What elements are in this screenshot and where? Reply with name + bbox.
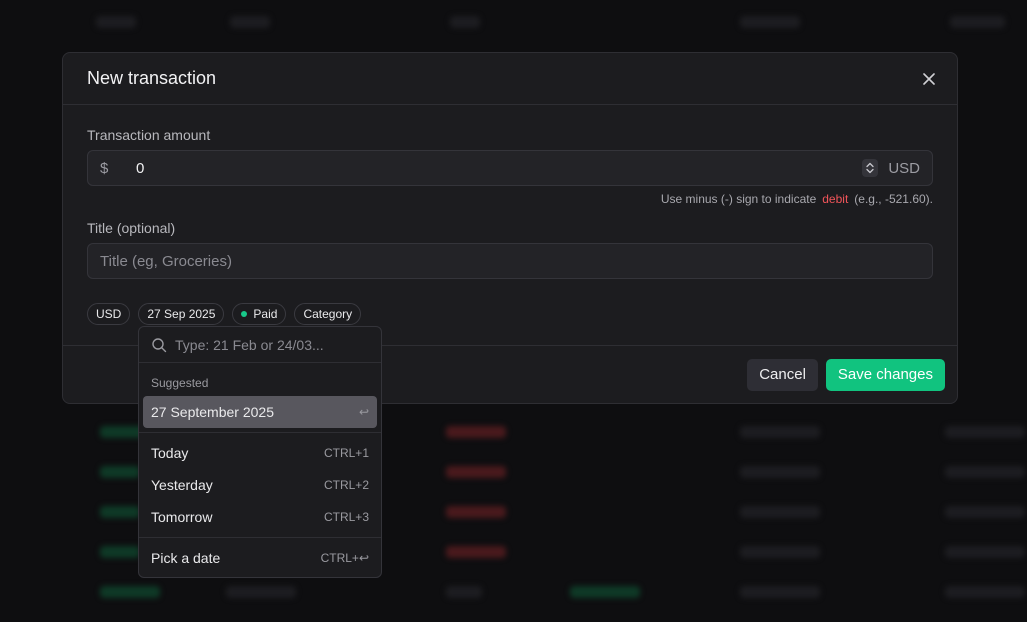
option-tomorrow[interactable]: Tomorrow CTRL+3 — [143, 501, 377, 533]
cancel-button[interactable]: Cancel — [747, 358, 818, 391]
search-icon — [152, 337, 167, 352]
status-chip[interactable]: Paid — [232, 303, 287, 325]
title-label: Title (optional) — [87, 220, 176, 236]
date-search — [139, 327, 381, 363]
status-chip-label: Paid — [253, 307, 278, 321]
hint-prefix: Use minus (-) sign to indicate — [660, 192, 817, 206]
category-chip-label: Category — [303, 307, 353, 321]
divider — [139, 537, 381, 538]
status-dot-icon — [241, 311, 248, 317]
option-label: Today — [151, 445, 189, 461]
amount-stepper[interactable] — [862, 159, 879, 177]
suggested-label: Suggested — [151, 376, 209, 390]
option-label: Pick a date — [151, 550, 221, 566]
background-row — [0, 2, 1027, 42]
currency-chip[interactable]: USD — [87, 303, 131, 325]
currency-chip-label: USD — [96, 307, 122, 321]
option-shortcut: CTRL+1 — [323, 446, 369, 460]
option-shortcut: CTRL+↩ — [320, 551, 369, 565]
amount-value[interactable]: 0 — [136, 160, 862, 177]
date-search-input[interactable] — [175, 336, 369, 353]
category-chip[interactable]: Category — [294, 303, 362, 325]
dialog-header: New transaction — [63, 53, 957, 105]
title-input[interactable] — [87, 243, 933, 279]
option-shortcut: CTRL+2 — [323, 478, 369, 492]
dialog-body: Transaction amount $ 0 USD Use minus (-)… — [63, 105, 957, 325]
amount-field[interactable]: $ 0 USD — [87, 150, 933, 186]
hint-debit: debit — [822, 192, 849, 206]
attribute-chips: USD 27 Sep 2025 Paid Category — [87, 303, 933, 325]
date-picker-dropdown: Suggested 27 September 2025 ↩ Today CTRL… — [138, 326, 382, 578]
option-shortcut: CTRL+3 — [323, 510, 369, 524]
date-chip-label: 27 Sep 2025 — [147, 307, 216, 321]
option-today[interactable]: Today CTRL+1 — [143, 437, 377, 469]
option-pick-a-date[interactable]: Pick a date CTRL+↩ — [143, 542, 377, 574]
suggested-date-option[interactable]: 27 September 2025 ↩ — [143, 396, 377, 428]
enter-key-icon: ↩ — [358, 405, 369, 419]
option-label: Tomorrow — [151, 509, 213, 525]
dialog-title: New transaction — [87, 68, 217, 88]
divider — [139, 432, 381, 433]
close-icon — [923, 73, 935, 85]
save-changes-button[interactable]: Save changes — [825, 358, 945, 391]
amount-label: Transaction amount — [87, 127, 211, 143]
hint-suffix: (e.g., -521.60). — [854, 192, 933, 206]
option-label: Yesterday — [151, 477, 213, 493]
close-button[interactable] — [919, 69, 939, 89]
currency-code: USD — [888, 159, 920, 177]
chevron-up-down-icon — [866, 162, 874, 174]
currency-symbol: $ — [100, 159, 109, 177]
background-row — [0, 572, 1027, 612]
date-chip[interactable]: 27 Sep 2025 — [138, 303, 225, 325]
option-yesterday[interactable]: Yesterday CTRL+2 — [143, 469, 377, 501]
amount-hint: Use minus (-) sign to indicate debit (e.g.… — [87, 192, 933, 206]
suggested-date-label: 27 September 2025 — [151, 404, 274, 420]
